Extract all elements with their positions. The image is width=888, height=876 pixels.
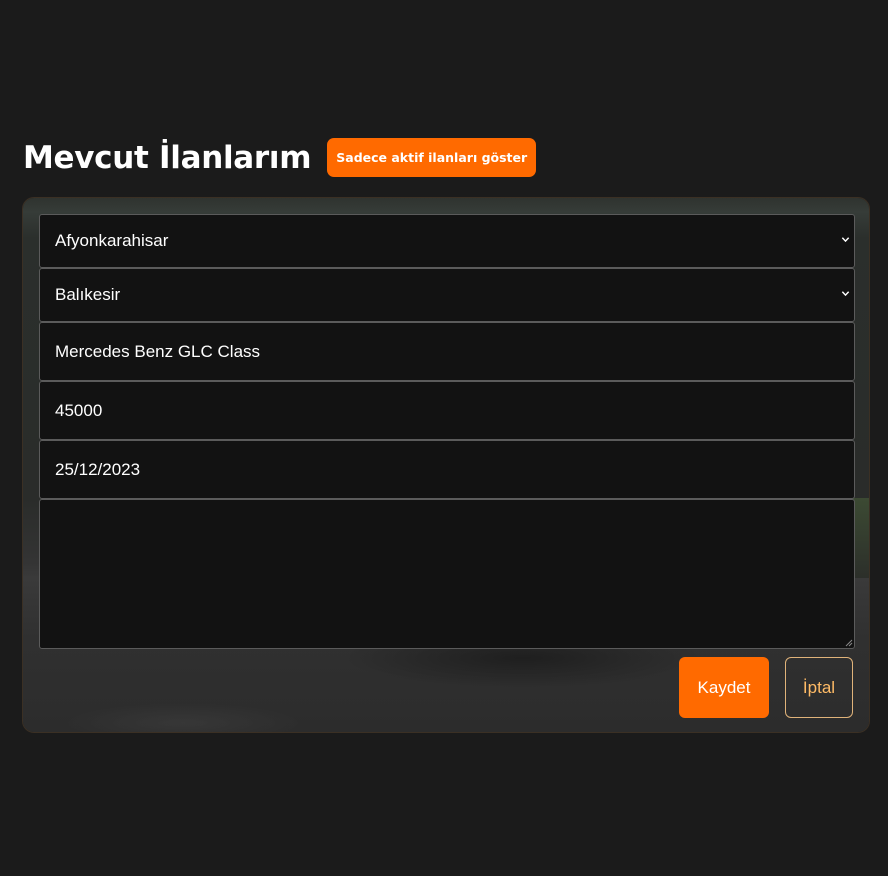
from-city-select[interactable]: Afyonkarahisar [39,214,855,268]
cancel-button[interactable]: İptal [785,657,853,718]
price-input-value: 45000 [55,400,103,420]
to-city-selected-value: Balıkesir [55,285,121,304]
chevron-down-icon [841,291,850,297]
date-input-value: 25/12/2023 [55,459,141,479]
description-textarea[interactable] [39,499,855,649]
page: Mevcut İlanlarım Sadece aktif ilanları g… [0,0,888,876]
listing-edit-form: Afyonkarahisar Balıkesir Mercedes Benz G… [39,214,855,649]
chevron-down-icon [841,237,850,243]
page-title: Mevcut İlanlarım [23,139,312,176]
vehicle-input[interactable]: Mercedes Benz GLC Class [39,322,855,381]
form-actions: Kaydet İptal [679,657,853,718]
from-city-selected-value: Afyonkarahisar [55,231,169,250]
resize-grip-icon[interactable] [845,639,853,647]
date-input[interactable]: 25/12/2023 [39,440,855,499]
save-button[interactable]: Kaydet [679,657,769,718]
vehicle-input-value: Mercedes Benz GLC Class [55,341,261,361]
to-city-select[interactable]: Balıkesir [39,268,855,322]
listing-edit-card: Afyonkarahisar Balıkesir Mercedes Benz G… [22,197,870,733]
page-header: Mevcut İlanlarım Sadece aktif ilanları g… [23,138,537,177]
show-active-listings-button[interactable]: Sadece aktif ilanları göster [327,138,537,177]
price-input[interactable]: 45000 [39,381,855,440]
